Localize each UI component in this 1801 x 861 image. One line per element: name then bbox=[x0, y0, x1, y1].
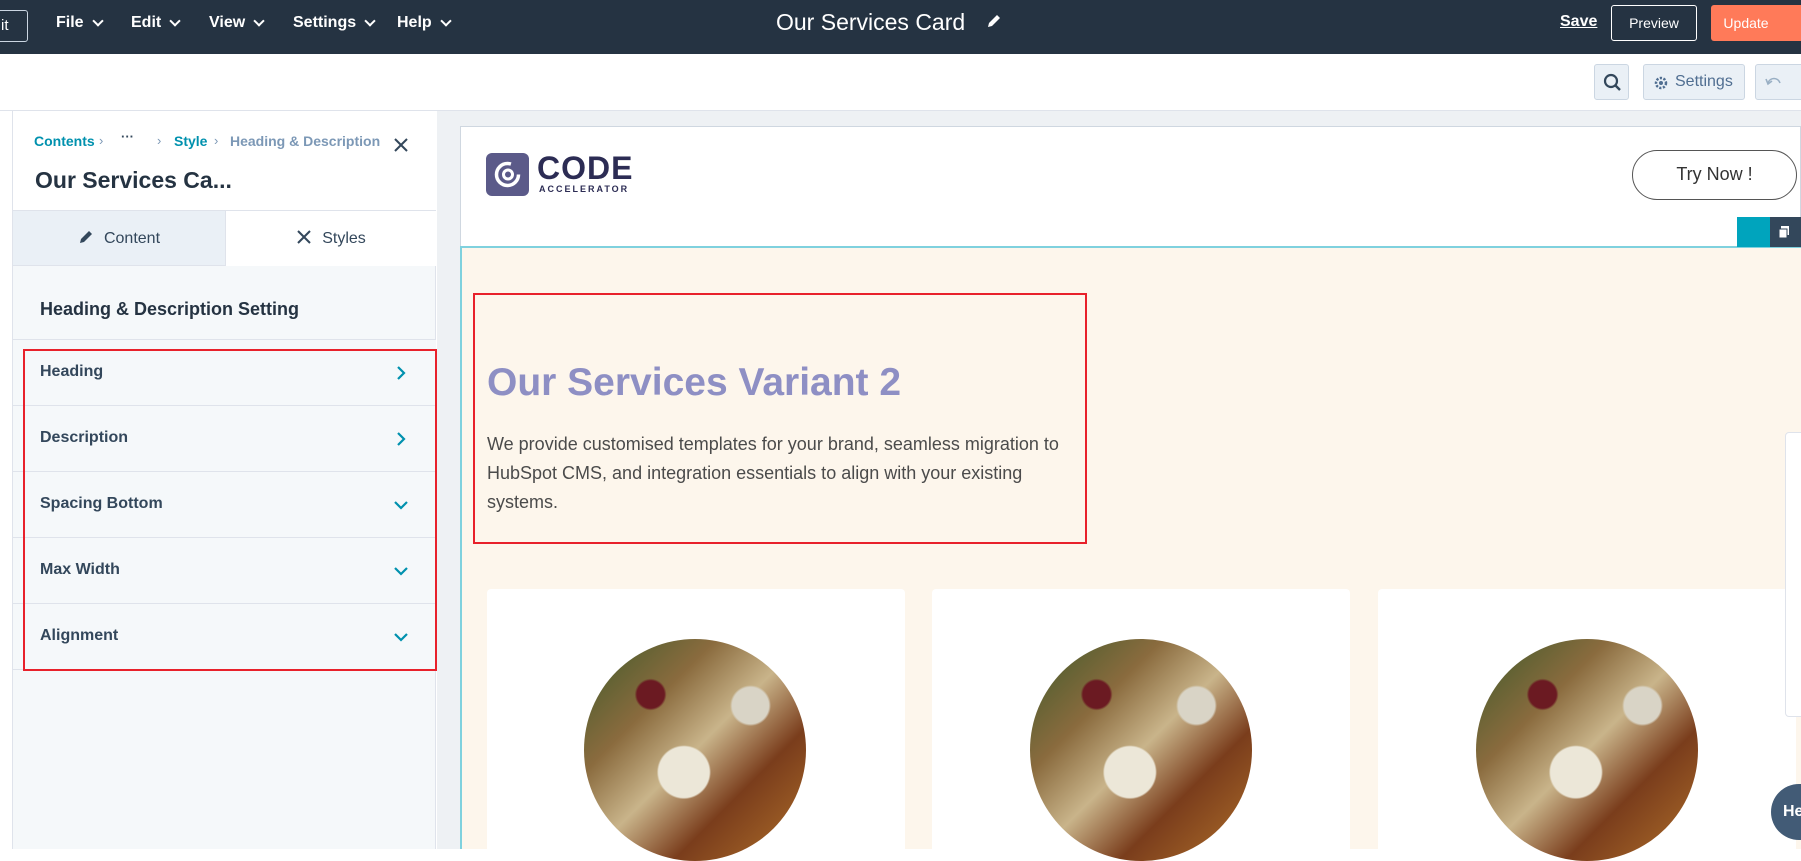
logo-icon bbox=[486, 153, 529, 196]
document-title: Our Services Card bbox=[776, 9, 966, 35]
tab-content[interactable]: Content bbox=[13, 211, 226, 266]
breadcrumb-separator: › bbox=[99, 133, 104, 148]
styles-icon bbox=[297, 230, 311, 244]
try-now-button[interactable]: Try Now ! bbox=[1632, 150, 1797, 200]
chevron-down-icon bbox=[440, 14, 452, 27]
pencil-icon[interactable] bbox=[986, 13, 1002, 29]
services-heading[interactable]: Our Services Variant 2 bbox=[487, 361, 901, 405]
pencil-icon bbox=[79, 231, 92, 243]
menu-help-label: Help bbox=[397, 14, 432, 31]
menu-view[interactable]: View bbox=[209, 0, 265, 46]
chevron-down-icon bbox=[91, 14, 104, 27]
panel-title: Our Services Ca... bbox=[35, 167, 232, 193]
menu-edit[interactable]: Edit bbox=[131, 0, 181, 46]
breadcrumb-ellipsis[interactable]: ··· bbox=[121, 129, 134, 144]
exit-button[interactable]: it bbox=[0, 10, 28, 42]
breadcrumb-style[interactable]: Style bbox=[174, 133, 207, 149]
gear-icon bbox=[1654, 76, 1668, 90]
service-card[interactable] bbox=[487, 589, 905, 861]
breadcrumb-contents[interactable]: Contents bbox=[34, 133, 95, 149]
left-rail bbox=[0, 111, 13, 849]
menu-edit-label: Edit bbox=[131, 14, 162, 31]
menu-view-label: View bbox=[209, 14, 246, 31]
service-card[interactable] bbox=[1378, 589, 1796, 861]
logo-text: CODE bbox=[537, 150, 634, 186]
service-card-image bbox=[1476, 639, 1698, 861]
panel-header bbox=[13, 111, 436, 211]
copy-icon bbox=[1778, 226, 1789, 239]
service-card-image bbox=[1030, 639, 1252, 861]
chevron-down-icon bbox=[364, 14, 376, 27]
logo-subtext: ACCELERATOR bbox=[539, 184, 630, 194]
module-handle[interactable] bbox=[1737, 217, 1770, 247]
undo-icon bbox=[1765, 77, 1781, 86]
highlight-box bbox=[23, 349, 437, 671]
editor-toolbar bbox=[0, 54, 1801, 111]
tab-content-label: Content bbox=[103, 230, 161, 247]
site-header[interactable] bbox=[460, 126, 1801, 248]
search-icon bbox=[1603, 73, 1621, 91]
preview-button[interactable]: Preview bbox=[1611, 5, 1697, 41]
search-button[interactable] bbox=[1594, 64, 1629, 100]
services-description[interactable]: We provide customised templates for your… bbox=[487, 430, 1067, 517]
menu-settings-label: Settings bbox=[293, 14, 357, 31]
chevron-down-icon bbox=[253, 14, 265, 27]
service-card[interactable] bbox=[932, 589, 1350, 861]
breadcrumb-separator: › bbox=[157, 133, 162, 148]
logo-glyph-icon bbox=[494, 161, 521, 188]
side-panel-edge bbox=[1785, 432, 1801, 717]
undo-button[interactable] bbox=[1755, 64, 1801, 100]
menu-help[interactable]: Help bbox=[397, 0, 452, 46]
menu-file-label: File bbox=[56, 14, 84, 31]
tab-styles-label: Styles bbox=[322, 230, 366, 247]
menu-settings[interactable]: Settings bbox=[293, 0, 376, 46]
breadcrumb-separator: › bbox=[214, 133, 219, 148]
breadcrumb-current: Heading & Description bbox=[230, 133, 381, 149]
section-title: Heading & Description Setting bbox=[40, 299, 300, 319]
close-icon[interactable] bbox=[392, 136, 410, 154]
update-button[interactable]: Update bbox=[1711, 5, 1801, 41]
menu-file[interactable]: File bbox=[56, 0, 104, 46]
save-button[interactable]: Save bbox=[1560, 13, 1597, 31]
service-card-image bbox=[584, 639, 806, 861]
tab-styles[interactable]: Styles bbox=[226, 211, 436, 266]
chevron-down-icon bbox=[169, 14, 181, 27]
